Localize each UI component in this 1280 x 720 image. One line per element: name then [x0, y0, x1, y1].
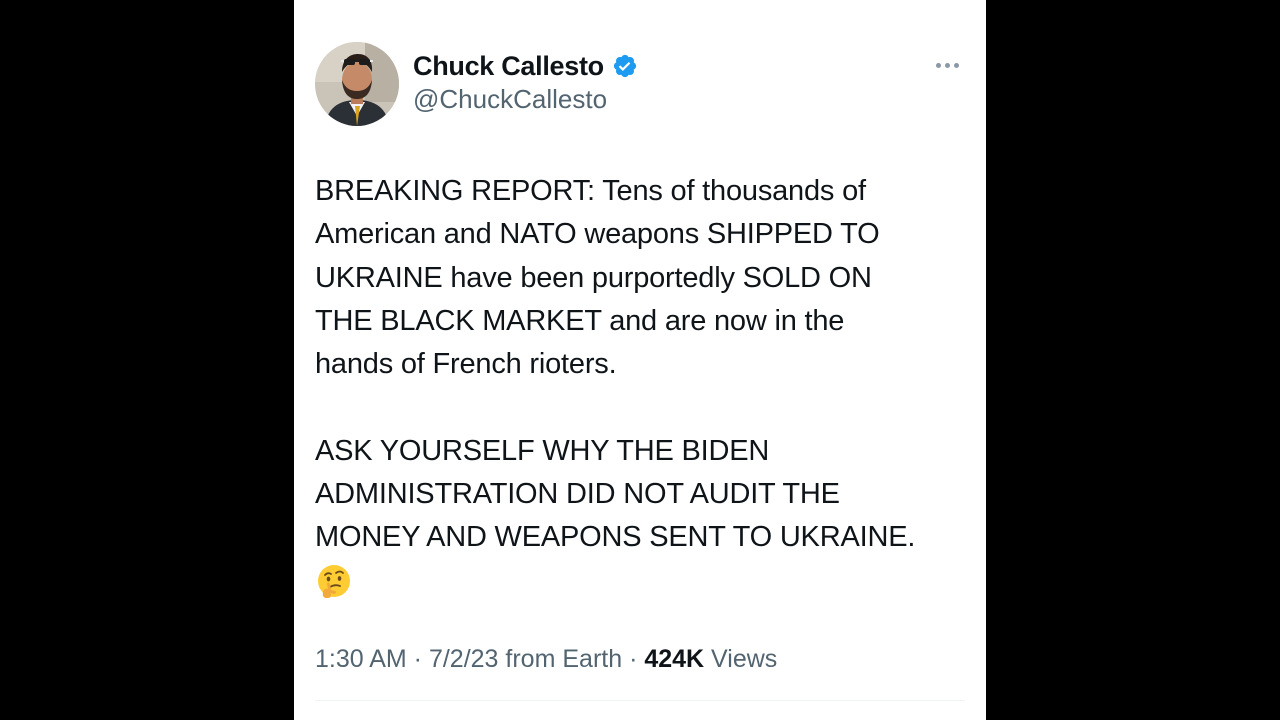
meta-separator: ·	[622, 645, 645, 673]
tweet-paragraph-2: ASK YOURSELF WHY THE BIDEN ADMINISTRATIO…	[315, 430, 965, 560]
author-handle[interactable]: @ChuckCallesto	[413, 84, 607, 115]
views-label: Views	[704, 645, 778, 673]
more-dot	[935, 62, 941, 68]
tweet-card: Chuck Callesto @ChuckCallesto BREAKING R…	[294, 0, 986, 720]
divider	[315, 700, 965, 701]
thinking-face-icon	[315, 562, 353, 600]
tweet-line: THE BLACK MARKET and are now in the	[315, 304, 845, 337]
tweet-date[interactable]: 7/2/23	[429, 645, 499, 673]
meta-separator: ·	[406, 645, 429, 673]
more-dot	[953, 62, 959, 68]
tweet-meta: 1:30 AM · 7/2/23 from Earth · 424K Views	[315, 645, 777, 674]
tweet-line: ADMINISTRATION DID NOT AUDIT THE	[315, 478, 840, 511]
verified-badge-icon[interactable]	[612, 53, 638, 79]
tweet-source: from Earth	[498, 645, 623, 673]
tweet-paragraph-1: BREAKING REPORT: Tens of thousands of Am…	[315, 170, 965, 386]
tweet-line: BREAKING REPORT: Tens of thousands of	[315, 175, 866, 207]
avatar-photo	[315, 42, 399, 126]
tweet-line: American and NATO weapons SHIPPED TO	[315, 218, 880, 251]
tweet-line: hands of French rioters.	[315, 348, 617, 381]
tweet-line: UKRAINE have been purportedly SOLD ON	[315, 261, 872, 294]
display-name[interactable]: Chuck Callesto	[413, 51, 604, 82]
tweet-line: MONEY AND WEAPONS SENT TO UKRAINE.	[315, 521, 916, 554]
more-dot	[944, 62, 950, 68]
tweet-text: BREAKING REPORT: Tens of thousands of Am…	[315, 170, 965, 600]
author-name-row: Chuck Callesto	[413, 49, 638, 83]
more-horizontal-icon[interactable]	[930, 54, 964, 76]
tweet-line: ASK YOURSELF WHY THE BIDEN	[315, 434, 770, 467]
tweet-time[interactable]: 1:30 AM	[315, 645, 407, 673]
avatar[interactable]	[315, 42, 399, 126]
views-count[interactable]: 424K	[644, 645, 704, 673]
